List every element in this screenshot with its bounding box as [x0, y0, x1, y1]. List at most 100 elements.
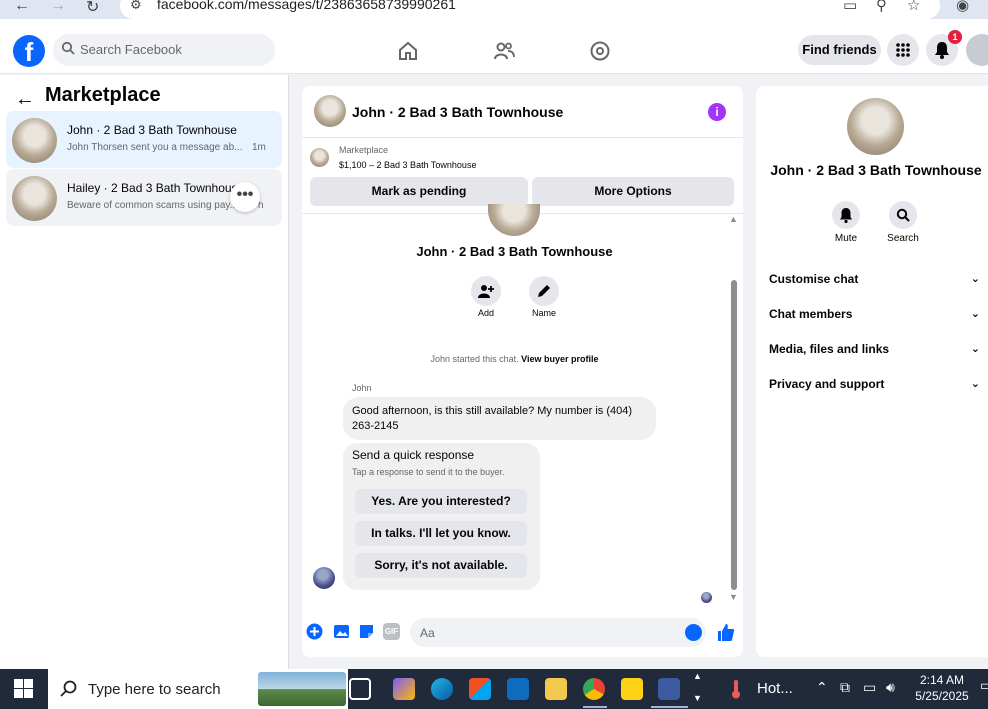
section-chat-members[interactable]: Chat members ⌄ — [769, 307, 984, 321]
copilot-icon[interactable] — [393, 678, 415, 700]
page-title: Marketplace — [45, 84, 161, 106]
chat-header: John · 2 Bad 3 Bath Townhouse i — [302, 86, 743, 138]
site-settings-icon[interactable]: ⚙ — [130, 0, 142, 13]
gif-icon[interactable]: GIF — [383, 623, 400, 640]
add-button[interactable] — [471, 276, 501, 306]
network-icon[interactable]: ▭ — [863, 679, 876, 696]
sticker-icon[interactable] — [358, 623, 375, 640]
conversation-item[interactable]: John · 2 Bad 3 Bath Townhouse John Thors… — [6, 111, 282, 168]
scroll-down-arrow-icon[interactable]: ▼ — [693, 693, 702, 703]
more-options-button[interactable]: More Options — [532, 177, 734, 206]
app-active-indicator — [651, 706, 688, 708]
profile-picture — [488, 204, 540, 236]
forward-arrow-icon[interactable]: → — [50, 0, 66, 15]
mute-button[interactable] — [832, 201, 860, 229]
message-placeholder: Aa — [420, 626, 435, 640]
home-icon[interactable] — [397, 40, 419, 62]
system-clock[interactable]: 2:14 AM 5/25/2025 — [914, 672, 970, 704]
section-label: Customise chat — [769, 272, 859, 286]
notification-badge: 1 — [948, 30, 962, 44]
facebook-header: f Search Facebook Find friends 1 — [0, 19, 988, 74]
message-input[interactable]: Aa — [410, 618, 706, 647]
chat-started-note: John started this chat. View buyer profi… — [302, 354, 727, 364]
info-icon[interactable]: i — [708, 103, 726, 121]
search-placeholder: Search Facebook — [80, 42, 182, 57]
install-app-icon[interactable]: ▭ — [843, 0, 857, 14]
section-label: Media, files and links — [769, 342, 890, 356]
section-label: Chat members — [769, 307, 853, 321]
chat-avatar[interactable] — [314, 95, 346, 127]
address-url[interactable]: facebook.com/messages/t/2386365873999026… — [157, 0, 456, 12]
taskbar-search[interactable]: Type here to search — [48, 669, 348, 709]
emoji-icon[interactable] — [685, 624, 702, 641]
facebook-logo[interactable]: f — [13, 35, 45, 67]
profile-avatar[interactable] — [966, 34, 988, 66]
friends-icon[interactable] — [493, 40, 515, 62]
volume-icon[interactable]: 🔊︎ — [886, 679, 895, 696]
started-text: John started this chat. — [430, 354, 519, 364]
message-thread: John · 2 Bad 3 Bath Townhouse Add Name J… — [302, 204, 743, 606]
scroll-down-arrow-icon[interactable]: ▼ — [729, 592, 738, 602]
quick-response-option[interactable]: Yes. Are you interested? — [355, 489, 527, 514]
pencil-icon — [538, 285, 550, 297]
conversation-preview: Beware of common scams using pay... — [67, 200, 238, 211]
chevron-up-icon[interactable]: ⌃ — [816, 679, 828, 696]
add-label: Add — [477, 308, 494, 318]
browser-profile-icon[interactable]: ◉ — [956, 0, 969, 14]
conversation-item[interactable]: Hailey · 2 Bad 3 Bath Townhouse Beware o… — [6, 169, 282, 226]
file-explorer-icon[interactable] — [545, 678, 567, 700]
search-button[interactable] — [889, 201, 917, 229]
scrollbar-thumb[interactable] — [731, 280, 737, 590]
outlook-icon[interactable] — [507, 678, 529, 700]
gaming-icon[interactable] — [589, 40, 611, 62]
seen-avatar — [701, 592, 712, 603]
conversation-preview: John Thorsen sent you a message ab... — [67, 142, 243, 153]
like-icon[interactable] — [716, 623, 735, 642]
reload-icon[interactable]: ↻ — [86, 0, 99, 17]
listing-thumbnail[interactable] — [310, 148, 329, 167]
store-icon[interactable] — [469, 678, 491, 700]
scroll-up-arrow-icon[interactable]: ▲ — [693, 671, 702, 681]
photo-icon[interactable] — [333, 623, 350, 640]
sticky-notes-icon[interactable] — [621, 678, 643, 700]
app-icon[interactable] — [658, 678, 680, 700]
notification-center-icon[interactable]: ▭ — [980, 677, 988, 694]
bell-icon — [935, 42, 949, 59]
section-privacy-support[interactable]: Privacy and support ⌄ — [769, 377, 984, 391]
scrollbar[interactable] — [730, 222, 738, 602]
contact-avatar[interactable] — [847, 98, 904, 155]
bookmark-star-icon[interactable]: ☆ — [907, 0, 920, 14]
view-buyer-profile-link[interactable]: View buyer profile — [521, 354, 598, 364]
edge-icon[interactable] — [431, 678, 453, 700]
zoom-icon[interactable]: ⚲ — [876, 0, 887, 14]
menu-grid-icon — [896, 43, 910, 57]
mark-as-pending-button[interactable]: Mark as pending — [310, 177, 528, 206]
back-arrow-icon[interactable]: ← — [14, 0, 30, 15]
chat-title[interactable]: John · 2 Bad 3 Bath Townhouse — [352, 104, 563, 120]
sender-avatar[interactable] — [313, 567, 335, 589]
chrome-icon[interactable] — [583, 678, 605, 700]
search-facebook-input[interactable]: Search Facebook — [53, 34, 275, 66]
mute-label: Mute — [834, 233, 858, 244]
meet-now-icon[interactable]: ⧉ — [840, 679, 850, 696]
chevron-down-icon: ⌄ — [970, 308, 980, 320]
task-view-icon[interactable] — [349, 678, 371, 700]
quick-response-option[interactable]: In talks. I'll let you know. — [355, 521, 527, 546]
more-options-button[interactable]: ••• — [230, 182, 260, 212]
name-button[interactable] — [529, 276, 559, 306]
chrome-active-indicator — [583, 706, 607, 708]
weather-text[interactable]: Hot... — [757, 680, 793, 697]
find-friends-button[interactable]: Find friends — [798, 35, 881, 65]
menu-grid-button[interactable] — [887, 34, 919, 66]
plus-icon[interactable] — [306, 623, 323, 640]
back-arrow-icon[interactable]: ← — [15, 88, 35, 111]
section-customise-chat[interactable]: Customise chat ⌄ — [769, 272, 984, 286]
message-composer: GIF Aa — [302, 616, 743, 648]
quick-response-option[interactable]: Sorry, it's not available. — [355, 553, 527, 578]
chat-window: John · 2 Bad 3 Bath Townhouse i Marketpl… — [302, 86, 743, 657]
message-bubble[interactable]: Good afternoon, is this still available?… — [343, 397, 656, 440]
section-media-files-links[interactable]: Media, files and links ⌄ — [769, 342, 984, 356]
search-icon — [896, 208, 910, 222]
windows-start-icon[interactable] — [14, 679, 33, 698]
listing-price[interactable]: $1,100 – 2 Bad 3 Bath Townhouse — [339, 160, 476, 170]
